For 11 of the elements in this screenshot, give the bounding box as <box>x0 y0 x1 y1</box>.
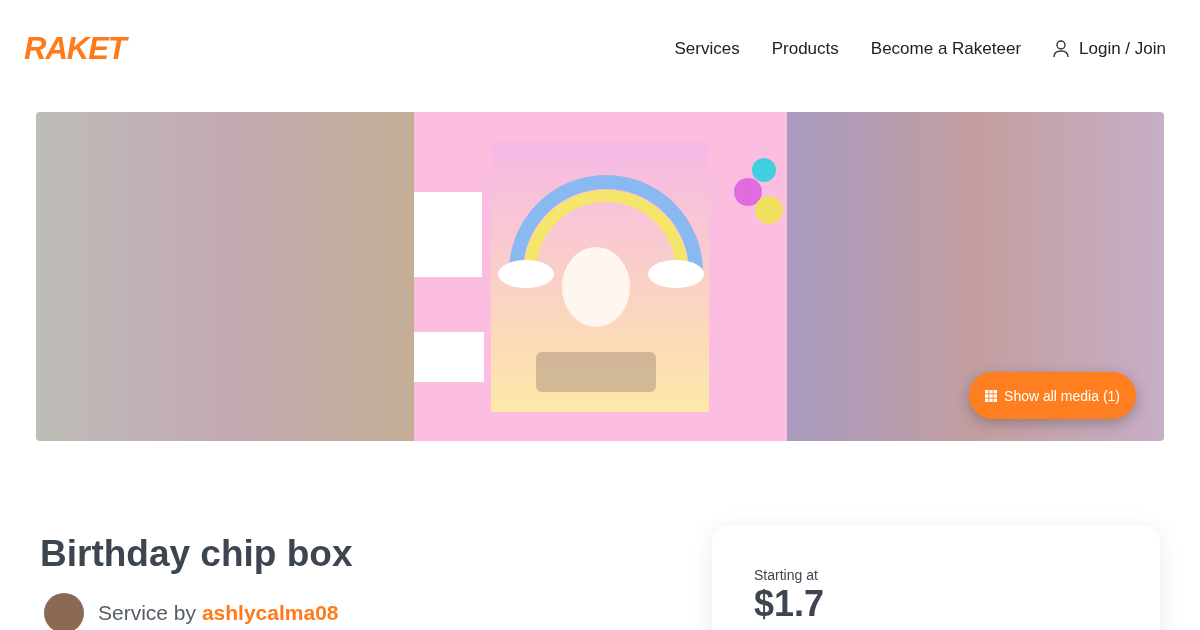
price-label: Starting at <box>754 567 819 583</box>
price-value: $1.7 <box>754 583 826 625</box>
nav-link[interactable]: Services <box>674 39 740 59</box>
grid-icon <box>985 389 998 402</box>
service-title: Birthday chip box <box>40 533 353 575</box>
nav-link[interactable]: Become a Raketeer <box>870 39 1022 59</box>
nav-link[interactable]: Products <box>771 39 839 59</box>
avatar <box>44 593 84 630</box>
login-link[interactable]: Login / Join <box>1053 39 1166 59</box>
service-by-text: Service by ashlycalma08 <box>98 601 339 625</box>
user-icon <box>1053 40 1070 58</box>
